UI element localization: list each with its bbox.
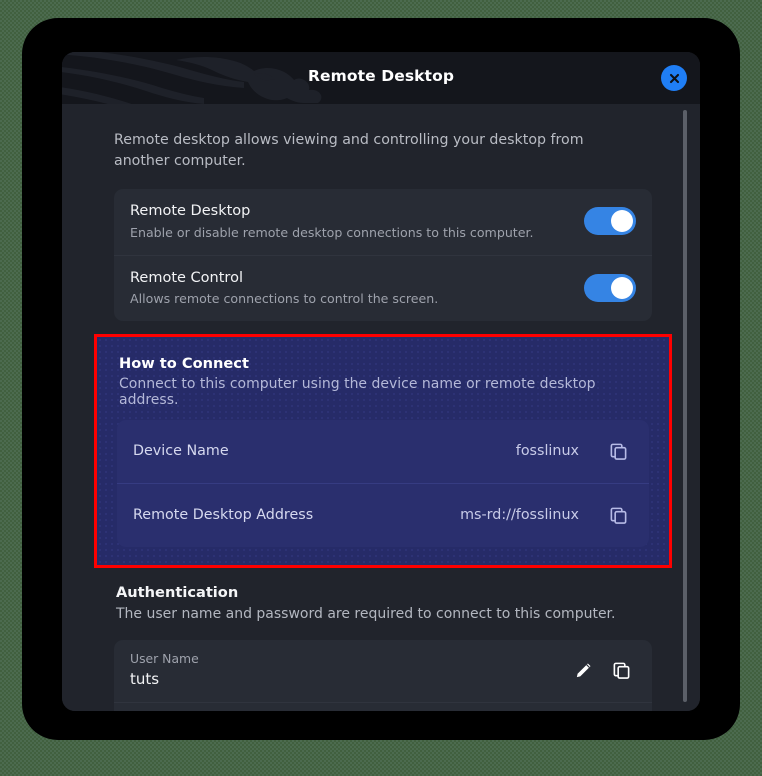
- remote-desktop-address-label: Remote Desktop Address: [133, 507, 314, 524]
- remote-toggles-card: Remote Desktop Enable or disable remote …: [114, 189, 652, 322]
- close-icon: [669, 73, 679, 83]
- remote-desktop-title: Remote Desktop: [130, 203, 251, 220]
- remote-control-subtitle: Allows remote connections to control the…: [130, 291, 439, 307]
- pencil-icon: [576, 663, 591, 678]
- window-title: Remote Desktop: [307, 67, 455, 85]
- copy-remote-desktop-address-button[interactable]: [603, 500, 633, 530]
- remote-desktop-address-value: ms-rd://fosslinux: [460, 507, 579, 524]
- authentication-heading: Authentication: [116, 584, 239, 602]
- remote-control-toggle[interactable]: [584, 274, 636, 303]
- toggle-knob: [611, 210, 633, 233]
- remote-desktop-row: Remote Desktop Enable or disable remote …: [114, 189, 652, 255]
- remote-control-row: Remote Control Allows remote connections…: [114, 254, 652, 322]
- edit-username-button[interactable]: [568, 656, 598, 686]
- remote-control-title: Remote Control: [130, 269, 243, 286]
- device-name-row: Device Name fosslinux: [117, 420, 649, 483]
- copy-username-button[interactable]: [606, 656, 636, 686]
- how-to-connect-heading: How to Connect: [119, 355, 249, 373]
- device-name-value: fosslinux: [515, 443, 579, 460]
- copy-icon: [610, 443, 626, 460]
- intro-description: Remote desktop allows viewing and contro…: [114, 132, 584, 169]
- how-to-connect-highlight: How to Connect Connect to this computer …: [94, 334, 672, 569]
- close-button[interactable]: [661, 65, 687, 91]
- remote-desktop-address-row: Remote Desktop Address ms-rd://fosslinux: [117, 483, 649, 547]
- vertical-scrollbar[interactable]: [683, 110, 687, 702]
- remote-desktop-subtitle: Enable or disable remote desktop connect…: [130, 224, 534, 240]
- authentication-subtitle: The user name and password are required …: [116, 606, 616, 623]
- how-to-connect-subtitle: Connect to this computer using the devic…: [119, 376, 596, 409]
- copy-device-name-button[interactable]: [603, 436, 633, 466]
- password-field-row: Password ●●●●●●●●●●●●●: [114, 701, 652, 711]
- remote-desktop-window: Remote Desktop Remote desktop allows vie…: [62, 52, 700, 711]
- toggle-knob: [611, 277, 633, 300]
- authentication-card: User Name tuts: [114, 640, 652, 711]
- username-value: tuts: [130, 670, 160, 689]
- window-titlebar: Remote Desktop: [62, 52, 700, 104]
- device-name-label: Device Name: [133, 443, 229, 460]
- connect-details-card: Device Name fosslinux Remote Desktop Add…: [117, 420, 649, 548]
- username-label: User Name: [130, 651, 199, 667]
- settings-content: Remote desktop allows viewing and contro…: [62, 104, 700, 711]
- username-field-row: User Name tuts: [114, 640, 652, 701]
- copy-icon: [613, 662, 629, 679]
- copy-icon: [610, 507, 626, 524]
- remote-desktop-toggle[interactable]: [584, 207, 636, 236]
